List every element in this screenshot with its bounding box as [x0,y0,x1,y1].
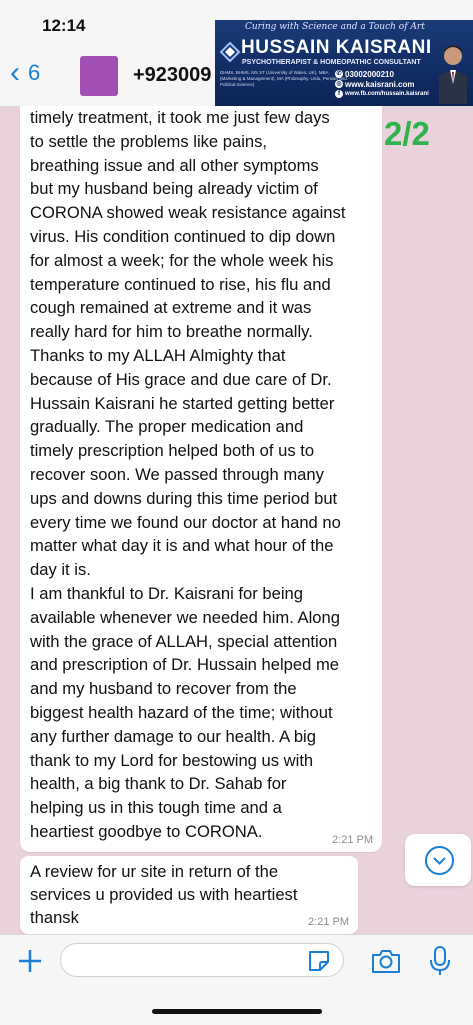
banner-website-row: ◎ www.kaisrani.com [335,79,435,89]
chevron-down-icon [425,846,454,875]
page-counter: 2/2 [384,115,430,152]
contact-name[interactable]: +923009 [133,64,211,87]
facebook-icon: f [335,90,343,98]
microphone-icon[interactable] [428,945,452,977]
scroll-to-bottom-button[interactable] [405,834,471,886]
back-button[interactable]: ‹ 6 [10,58,40,88]
globe-icon: ◎ [335,80,343,88]
avatar[interactable] [80,56,118,96]
message-time: 2:21 PM [332,834,373,846]
banner-name: HUSSAIN KAISRANI [241,37,432,58]
promo-banner: Curing with Science and a Touch of Art H… [215,20,473,106]
message-input[interactable] [60,943,344,977]
banner-qualifications: DHMS, BHMS, MS ST (University of Wales, … [220,70,347,87]
banner-website: www.kaisrani.com [345,79,415,89]
status-time: 12:14 [42,16,86,35]
banner-tagline: Curing with Science and a Touch of Art [245,22,425,32]
message-bubble[interactable]: timely treatment, it took me just few da… [20,106,382,852]
unread-count: 6 [28,60,41,85]
banner-contacts: ✆ 03002000210 ◎ www.kaisrani.com f www.f… [335,69,435,99]
logo-icon [220,42,240,62]
doctor-portrait [439,45,467,104]
message-text: A review for ur site in return of the se… [30,862,298,927]
message-time: 2:21 PM [308,916,349,928]
plus-icon[interactable] [14,945,46,977]
banner-phone-row: ✆ 03002000210 [335,69,435,79]
banner-phone: 03002000210 [345,69,394,79]
banner-facebook: www.fb.com/hussain.kaisrani [345,91,429,97]
banner-facebook-row: f www.fb.com/hussain.kaisrani [335,89,435,99]
message-bubble[interactable]: A review for ur site in return of the se… [20,856,358,934]
banner-subtitle: PSYCHOTHERAPIST & HOMEOPATHIC CONSULTANT [242,59,421,66]
chevron-left-icon: ‹ [10,56,20,89]
phone-icon: ✆ [335,70,343,78]
camera-icon[interactable] [370,947,402,975]
sticker-icon[interactable] [306,948,332,974]
message-text: timely treatment, it took me just few da… [30,108,346,841]
home-indicator[interactable] [152,1009,322,1014]
